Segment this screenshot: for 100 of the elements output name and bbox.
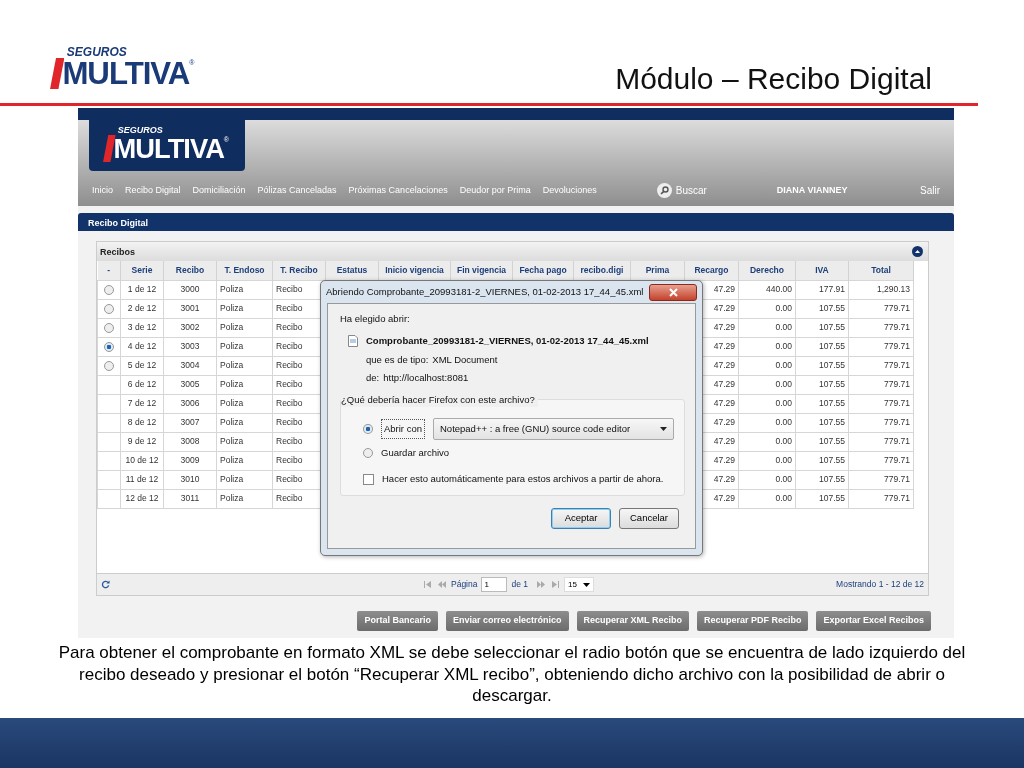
table-cell: 0.00 [738,413,796,432]
column-header[interactable]: Fecha pago [512,261,574,280]
checkbox-label[interactable]: Hacer esto automáticamente para estos archivos a partir de ahora. [382,472,664,487]
intro-text: Ha elegido abrir: [340,312,411,326]
column-header[interactable]: Inicio vigencia [378,261,451,280]
brand-tagline: SEGUROS [66,46,128,58]
slash-icon [103,135,116,163]
table-cell: Poliza [216,280,273,299]
radio-button[interactable] [104,360,114,371]
table-cell: 107.55 [795,413,849,432]
table-cell: 107.55 [795,299,849,318]
radio-button[interactable] [363,448,373,459]
radio-button[interactable] [363,424,373,434]
table-cell: 779.71 [848,356,914,375]
action-button[interactable]: Enviar correo electrónico [446,611,569,631]
column-header[interactable]: T. Recibo [272,261,326,280]
radio-button[interactable] [104,284,114,295]
last-page-icon[interactable] [550,581,560,588]
table-cell: Poliza [216,489,273,508]
column-header[interactable]: Estatus [325,261,379,280]
action-button[interactable]: Exportar Excel Recibos [816,611,931,631]
table-cell: 107.55 [795,489,849,508]
column-header[interactable]: IVA [795,261,849,280]
brand-name: MULTIVA [62,58,190,90]
collapse-icon[interactable] [912,246,923,258]
table-cell: 107.55 [795,394,849,413]
table-cell: Poliza [216,337,273,356]
radio-button[interactable] [104,322,114,333]
brand-tagline: SEGUROS [117,126,164,135]
table-cell: Poliza [216,356,273,375]
table-cell: 0.00 [738,299,796,318]
column-header[interactable]: Derecho [738,261,796,280]
table-cell: 5 de 12 [120,356,164,375]
table-cell: 779.71 [848,451,914,470]
application-select[interactable]: Notepad++ : a free (GNU) source code editor [433,418,674,440]
table-cell: 779.71 [848,318,914,337]
column-header[interactable]: recibo.digi [573,261,631,280]
action-button[interactable]: Portal Bancario [357,611,438,631]
table-cell: 779.71 [848,375,914,394]
table-cell: 0.00 [738,356,796,375]
dialog-button[interactable]: Aceptar [551,507,611,529]
table-cell: 107.55 [795,318,849,337]
previous-page-icon[interactable] [437,581,447,588]
table-cell: Poliza [216,451,273,470]
table-cell: Poliza [216,432,273,451]
column-header[interactable]: Total [848,261,914,280]
field-value: http://localhost:8081 [383,370,469,385]
record-count: Mostrando 1 - 12 de 12 [836,578,924,591]
action-button[interactable]: Recuperar PDF Recibo [696,611,809,631]
table-cell: Poliza [216,375,273,394]
table-cell: 3004 [163,356,217,375]
refresh-icon[interactable] [101,580,110,589]
field-label: de: [366,370,380,385]
column-header[interactable]: Prima [630,261,685,280]
table-cell: 779.71 [848,299,914,318]
radio-button[interactable] [104,303,114,314]
checkbox[interactable] [363,473,374,485]
slash-icon [50,58,65,90]
first-page-icon[interactable] [423,581,433,588]
action-button[interactable]: Recuperar XML Recibo [576,611,689,631]
close-icon [668,287,678,297]
question-text: ¿Qué debería hacer Firefox con este archivo? [341,393,538,408]
next-page-icon[interactable] [536,581,546,588]
field-label: que es de tipo: [366,352,429,367]
table-cell: 3002 [163,318,217,337]
table-cell: 3001 [163,299,217,318]
table-cell: 6 de 12 [120,375,164,394]
column-header[interactable]: Serie [120,261,164,280]
table-cell: 1 de 12 [120,280,164,299]
slide-title: Módulo – Recibo Digital [615,64,932,97]
table-cell: 779.71 [848,489,914,508]
radio-button[interactable] [104,341,114,352]
caret-icon [660,427,667,431]
option-label[interactable]: Guardar archivo [381,446,450,461]
table-cell: 107.55 [795,432,849,451]
table-cell: 1,290.13 [848,280,914,299]
table-cell: 3007 [163,413,217,432]
dialog-button[interactable]: Cancelar [619,507,679,529]
table-cell: 440.00 [738,280,796,299]
option-label[interactable]: Abrir con [380,418,425,440]
table-cell: 12 de 12 [120,489,164,508]
column-header[interactable]: Recibo [163,261,217,280]
column-header[interactable]: - [97,261,121,280]
table-cell: 3010 [163,470,217,489]
table-cell: 2 de 12 [120,299,164,318]
page-size-select[interactable]: 15 [564,577,594,592]
page-field[interactable]: 1 [481,577,508,592]
page-label: Página [451,578,478,591]
table-cell: 3000 [163,280,217,299]
table-cell: 0.00 [738,432,796,451]
table-cell: 0.00 [738,375,796,394]
table-cell: 4 de 12 [120,337,164,356]
column-header[interactable]: Fin vigencia [450,261,513,280]
close-button[interactable] [649,283,697,301]
search-icon[interactable] [656,183,672,198]
column-header[interactable]: T. Endoso [216,261,273,280]
table-cell: 107.55 [795,375,849,394]
table-cell: 779.71 [848,394,914,413]
column-header[interactable]: Recargo [684,261,739,280]
table-cell: 3006 [163,394,217,413]
